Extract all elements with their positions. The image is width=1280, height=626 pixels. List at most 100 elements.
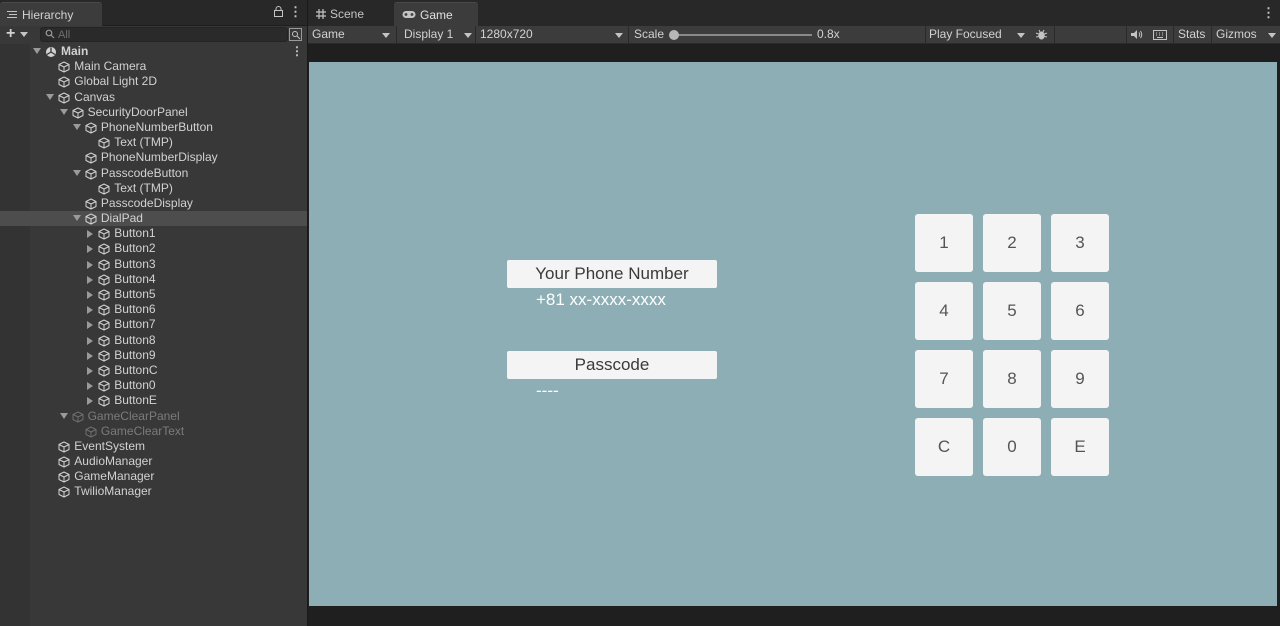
scale-slider-track[interactable]: [674, 34, 812, 36]
collapse-arrow-icon[interactable]: [87, 245, 94, 254]
stats-button-label: Stats: [1178, 27, 1206, 41]
collapse-arrow-icon[interactable]: [87, 351, 94, 360]
collapse-arrow-icon[interactable]: [87, 336, 94, 345]
play-mode-dropdown[interactable]: Play Focused: [925, 26, 1029, 43]
hierarchy-item[interactable]: Main ⋮: [0, 44, 307, 59]
scene-search-icon[interactable]: [289, 28, 302, 41]
dial-key-9[interactable]: 9: [1051, 350, 1109, 408]
hierarchy-item[interactable]: ButtonC: [0, 363, 307, 378]
hierarchy-item[interactable]: Button7: [0, 317, 307, 332]
stats-button[interactable]: Stats: [1174, 26, 1210, 43]
collapse-arrow-icon[interactable]: [87, 306, 94, 315]
gameobject-cube-icon: [85, 426, 97, 438]
lock-icon[interactable]: [274, 6, 283, 17]
dial-key-4[interactable]: 4: [915, 282, 973, 340]
dial-key-e[interactable]: E: [1051, 418, 1109, 476]
view-more-options-icon[interactable]: ⋮: [1262, 5, 1275, 21]
hierarchy-item[interactable]: Button2: [0, 241, 307, 256]
hierarchy-item[interactable]: PasscodeDisplay: [0, 196, 307, 211]
collapse-arrow-icon[interactable]: [87, 397, 94, 406]
hierarchy-item[interactable]: PhoneNumberDisplay: [0, 150, 307, 165]
view-tab-bar: Scene Game ⋮: [308, 0, 1280, 26]
hierarchy-item[interactable]: ButtonE: [0, 393, 307, 408]
dial-key-6[interactable]: 6: [1051, 282, 1109, 340]
mode-dropdown[interactable]: Game: [308, 26, 394, 43]
expand-arrow-icon[interactable]: [72, 123, 81, 130]
hierarchy-item[interactable]: Text (TMP): [0, 181, 307, 196]
debug-bug-icon[interactable]: [1035, 28, 1048, 41]
hierarchy-item-label: Button6: [114, 302, 156, 317]
add-object-button[interactable]: +: [6, 26, 15, 42]
hierarchy-item[interactable]: Button1: [0, 226, 307, 241]
dial-key-7[interactable]: 7: [915, 350, 973, 408]
hierarchy-item-label: GameClearText: [100, 423, 185, 438]
hierarchy-item[interactable]: Button4: [0, 272, 307, 287]
expand-arrow-icon[interactable]: [72, 169, 81, 176]
hierarchy-item[interactable]: DialPad: [0, 211, 307, 227]
hierarchy-item-label: DialPad: [100, 211, 143, 226]
hierarchy-search-input[interactable]: [40, 27, 288, 42]
tab-scene[interactable]: Scene: [308, 2, 393, 26]
phone-number-button[interactable]: Your Phone Number: [507, 260, 717, 288]
collapse-arrow-icon[interactable]: [87, 366, 94, 375]
hierarchy-item[interactable]: Button9: [0, 348, 307, 363]
hierarchy-item[interactable]: Button6: [0, 302, 307, 317]
collapse-arrow-icon[interactable]: [87, 275, 94, 284]
audio-mute-icon[interactable]: [1130, 29, 1143, 40]
scale-slider-thumb[interactable]: [669, 30, 679, 40]
tab-game[interactable]: Game: [394, 2, 478, 26]
grid-icon: [316, 9, 326, 19]
collapse-arrow-icon[interactable]: [87, 291, 94, 299]
collapse-arrow-icon[interactable]: [87, 382, 94, 391]
hierarchy-item[interactable]: SecurityDoorPanel: [0, 105, 307, 120]
hierarchy-item[interactable]: TwilioManager: [0, 484, 307, 499]
game-canvas: Your Phone Number +81 xx-xxxx-xxxx Passc…: [309, 62, 1277, 606]
hierarchy-item[interactable]: Button5: [0, 287, 307, 302]
hierarchy-tab[interactable]: Hierarchy: [0, 2, 102, 26]
expand-arrow-icon[interactable]: [33, 48, 41, 54]
expand-arrow-icon[interactable]: [46, 93, 55, 100]
collapse-arrow-icon[interactable]: [87, 230, 94, 239]
dial-key-1[interactable]: 1: [915, 214, 973, 272]
hierarchy-item[interactable]: GameClearPanel: [0, 409, 307, 424]
hierarchy-item[interactable]: PhoneNumberButton: [0, 120, 307, 135]
collapse-arrow-icon[interactable]: [87, 321, 94, 330]
hierarchy-item[interactable]: Text (TMP): [0, 135, 307, 150]
hierarchy-item[interactable]: PasscodeButton: [0, 166, 307, 181]
keyboard-icon[interactable]: [1153, 30, 1167, 40]
display-dropdown[interactable]: Display 1: [400, 26, 474, 43]
hierarchy-item[interactable]: AudioManager: [0, 454, 307, 469]
dial-key-3[interactable]: 3: [1051, 214, 1109, 272]
hierarchy-item[interactable]: Canvas: [0, 90, 307, 105]
dial-key-5[interactable]: 5: [983, 282, 1041, 340]
gizmos-dropdown[interactable]: Gizmos: [1212, 26, 1280, 43]
hierarchy-item[interactable]: Main Camera: [0, 59, 307, 74]
hierarchy-item[interactable]: GameClearText: [0, 424, 307, 439]
passcode-button[interactable]: Passcode: [507, 351, 717, 379]
collapse-arrow-icon[interactable]: [87, 260, 94, 269]
toolbar-divider: [1054, 26, 1055, 44]
hierarchy-item-label: PasscodeDisplay: [100, 195, 193, 210]
hierarchy-item[interactable]: Button0: [0, 378, 307, 393]
hierarchy-more-options-icon[interactable]: ⋮: [289, 4, 302, 20]
hierarchy-tree: Main ⋮ Main Camera Global Light 2D Canvas Sec…: [0, 44, 307, 500]
dial-key-8[interactable]: 8: [983, 350, 1041, 408]
hierarchy-item[interactable]: Button8: [0, 333, 307, 348]
hierarchy-item[interactable]: EventSystem: [0, 439, 307, 454]
expand-arrow-icon[interactable]: [72, 215, 81, 222]
dial-key-0[interactable]: 0: [983, 418, 1041, 476]
expand-arrow-icon[interactable]: [59, 412, 68, 419]
passcode-button-label: Passcode: [574, 355, 650, 374]
dial-key-2[interactable]: 2: [983, 214, 1041, 272]
hierarchy-item[interactable]: Global Light 2D: [0, 74, 307, 89]
chevron-down-icon[interactable]: [20, 32, 28, 37]
dial-key-c[interactable]: C: [915, 418, 973, 476]
expand-arrow-icon[interactable]: [59, 108, 68, 115]
resolution-dropdown[interactable]: 1280x720: [476, 26, 626, 43]
hierarchy-item[interactable]: Button3: [0, 257, 307, 272]
hierarchy-item[interactable]: GameManager: [0, 469, 307, 484]
gameobject-cube-icon: [98, 274, 110, 286]
hierarchy-item-label: Text (TMP): [114, 180, 173, 195]
scene-more-options-icon[interactable]: ⋮: [291, 44, 303, 59]
gameobject-cube-icon: [58, 76, 70, 88]
